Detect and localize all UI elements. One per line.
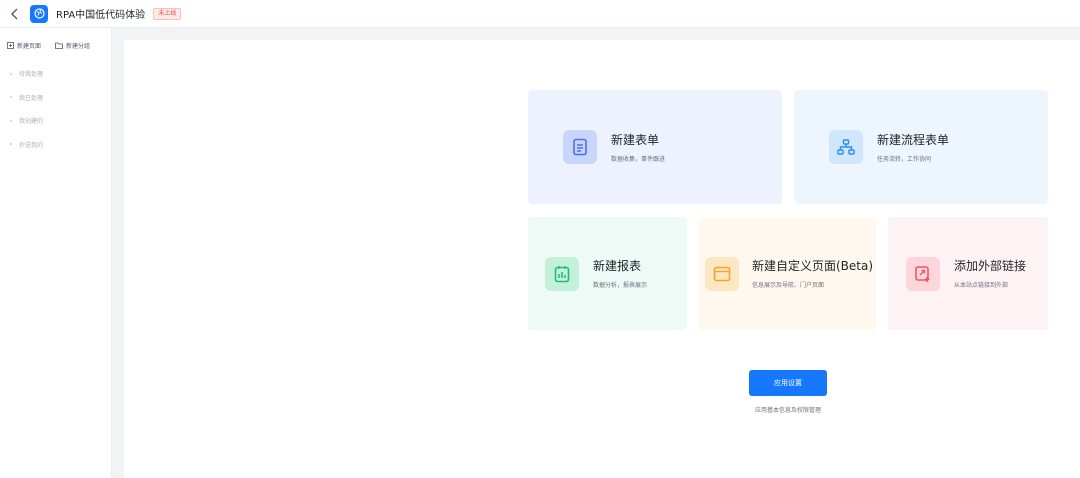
- top-bar: RPA中国低代码体验 未上线: [0, 0, 1080, 28]
- app-settings-button[interactable]: 应用设置: [749, 370, 827, 396]
- sidebar: 新建页面 新建分组 待我处理 我已处理 我创建的 抄送我的: [0, 28, 112, 478]
- sidebar-item-processed[interactable]: 我已处理: [0, 86, 111, 110]
- new-form-card[interactable]: 新建表单 数据收集，事件跟进: [528, 90, 782, 204]
- new-custom-page-card[interactable]: 新建自定义页面(Beta) 信息展示及导航、门户页面: [699, 217, 876, 330]
- new-flow-form-card[interactable]: 新建流程表单 任务流转，工作协同: [794, 90, 1048, 204]
- document-icon: [573, 138, 587, 156]
- card-title: 添加外部链接: [954, 259, 1027, 273]
- sidebar-item-label: 待我处理: [19, 71, 44, 79]
- app-logo: [30, 4, 48, 23]
- bullet-dot: [10, 143, 12, 146]
- card-title: 新建自定义页面(Beta): [752, 259, 874, 273]
- new-group-button[interactable]: 新建分组: [55, 36, 90, 54]
- card-desc: 任务流转，工作协同: [877, 155, 932, 163]
- new-group-label: 新建分组: [66, 42, 91, 50]
- chevron-left-icon: [11, 8, 18, 19]
- card-desc: 信息展示及导航、门户页面: [752, 282, 825, 289]
- custom-icon-box: [705, 256, 739, 291]
- globe-icon: [33, 8, 45, 19]
- back-button[interactable]: [4, 3, 26, 25]
- sidebar-item-label: 我已处理: [19, 94, 44, 102]
- sidebar-item-created[interactable]: 我创建的: [0, 109, 111, 133]
- status-badge: 未上线: [153, 7, 182, 20]
- link-icon-box: [906, 256, 940, 291]
- app-title: RPA中国低代码体验: [56, 10, 146, 21]
- chart-icon: [554, 265, 570, 282]
- card-title: 新建报表: [593, 259, 642, 273]
- sidebar-actions: 新建页面 新建分组: [0, 28, 111, 54]
- new-page-button[interactable]: 新建页面: [7, 36, 41, 54]
- new-report-card[interactable]: 新建报表 数据分析，报表展示: [528, 217, 687, 330]
- new-page-label: 新建页面: [17, 42, 42, 50]
- window-icon: [713, 266, 731, 281]
- card-desc: 数据分析，报表展示: [593, 282, 648, 289]
- form-icon-box: [563, 130, 597, 164]
- sidebar-item-label: 抄送我的: [19, 141, 44, 149]
- app-settings-desc: 应用基本信息及权限管理: [754, 407, 821, 414]
- card-desc: 从本站点链接到外部: [954, 282, 1009, 289]
- card-desc: 数据收集，事件跟进: [611, 155, 666, 163]
- flow-icon-box: [829, 130, 863, 164]
- bullet-dot: [10, 96, 12, 99]
- report-icon-box: [545, 256, 579, 291]
- new-page-icon: [7, 41, 14, 49]
- add-external-link-card[interactable]: 添加外部链接 从本站点链接到外部: [888, 217, 1048, 330]
- bullet-dot: [10, 72, 12, 75]
- sidebar-item-pending[interactable]: 待我处理: [0, 62, 111, 86]
- bullet-dot: [10, 119, 12, 122]
- card-title: 新建流程表单: [877, 132, 950, 147]
- card-title: 新建表单: [611, 132, 660, 147]
- sidebar-list: 待我处理 我已处理 我创建的 抄送我的: [0, 54, 111, 156]
- sidebar-item-label: 我创建的: [19, 118, 44, 126]
- sidebar-item-cc[interactable]: 抄送我的: [0, 133, 111, 157]
- link-icon: [915, 265, 930, 282]
- flow-icon: [837, 139, 855, 155]
- folder-icon: [55, 42, 63, 49]
